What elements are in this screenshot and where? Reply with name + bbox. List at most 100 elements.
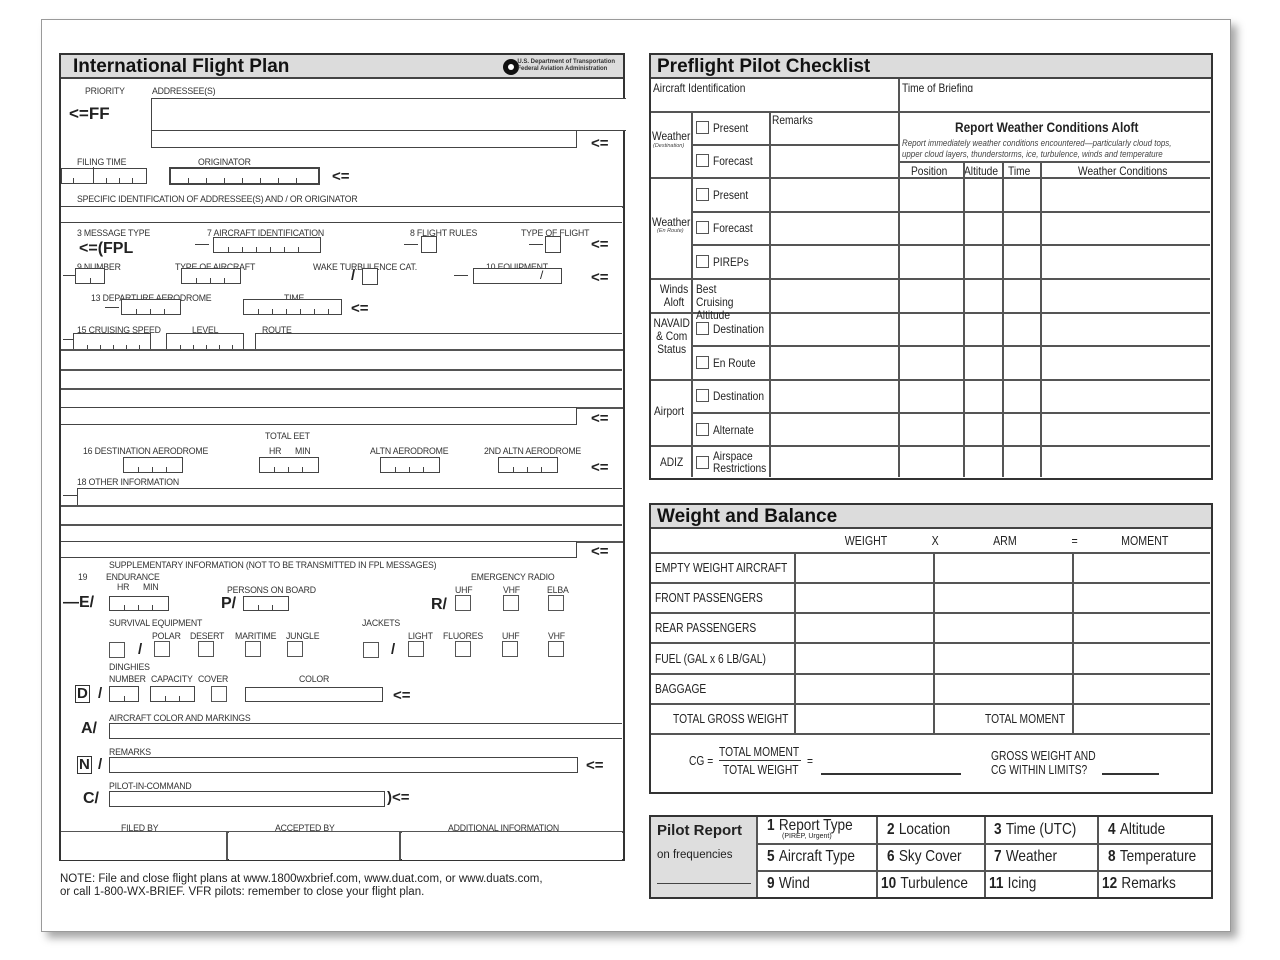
navaid-enroute-checkbox[interactable] xyxy=(696,356,709,369)
jungle-checkbox[interactable] xyxy=(287,641,303,657)
dinghy-capacity-field[interactable] xyxy=(150,686,195,702)
cg-equals: = xyxy=(807,754,813,768)
adiz-airspace-checkbox[interactable] xyxy=(696,456,709,469)
agency-line-2: Federal Aviation Administration xyxy=(517,66,608,72)
divider xyxy=(900,177,1210,179)
radio-vhf-checkbox[interactable] xyxy=(503,595,519,611)
radio-uhf-checkbox[interactable] xyxy=(455,595,471,611)
altn-aerodrome-field[interactable] xyxy=(380,457,440,473)
pilot-in-command-field[interactable] xyxy=(109,791,385,807)
divider xyxy=(769,111,771,477)
col-weight: WEIGHT xyxy=(844,534,888,548)
weather-enroute-present-checkbox[interactable] xyxy=(696,188,709,201)
survival-equipment-label: SURVIVAL EQUIPMENT xyxy=(109,618,203,629)
other-info-field-1[interactable] xyxy=(77,488,622,506)
cruising-speed-field[interactable] xyxy=(73,333,151,350)
accepted-by-field[interactable] xyxy=(229,832,399,860)
empty-weight-weight-input[interactable] xyxy=(797,555,932,581)
other-info-line-3[interactable] xyxy=(61,541,577,558)
time-of-briefing-field[interactable] xyxy=(901,92,1210,111)
col-moment: MOMENT xyxy=(1121,534,1169,548)
dinghies-mark: D xyxy=(75,685,90,703)
agency-line-1: U.S. Department of Transportation xyxy=(517,59,615,65)
other-info-line-2[interactable] xyxy=(61,524,622,526)
filing-time-field[interactable] xyxy=(61,167,147,184)
total-eet-field[interactable] xyxy=(259,457,319,473)
specific-id-label: SPECIFIC IDENTIFICATION OF ADDRESSEE(S) … xyxy=(77,194,358,205)
total-moment-input[interactable] xyxy=(1075,705,1209,732)
aircraft-identification-field[interactable] xyxy=(651,92,898,111)
route-line-2[interactable] xyxy=(61,369,622,371)
persons-on-board-field[interactable] xyxy=(243,596,289,611)
end-marker: )<= xyxy=(387,789,410,806)
remarks-field[interactable] xyxy=(109,757,578,773)
addressees-label: ADDRESSEE(S) xyxy=(152,86,216,97)
weather-dest-present-checkbox[interactable] xyxy=(696,121,709,134)
desert-checkbox[interactable] xyxy=(198,641,214,657)
jacket-uhf-checkbox[interactable] xyxy=(502,641,518,657)
pirep-item-3: 3 Time (UTC) xyxy=(994,821,1077,838)
empty-weight-arm-input[interactable] xyxy=(936,555,1071,581)
divider xyxy=(61,505,623,507)
divider xyxy=(651,445,1210,447)
radio-elba-checkbox[interactable] xyxy=(548,595,564,611)
specific-id-field[interactable] xyxy=(61,206,622,223)
limits-answer-line[interactable] xyxy=(1102,773,1159,775)
maritime-checkbox[interactable] xyxy=(245,641,261,657)
addressee-field-1[interactable] xyxy=(151,98,626,116)
type-of-flight-field[interactable] xyxy=(545,236,561,253)
total-gross-weight-input[interactable] xyxy=(797,705,932,732)
originator-field[interactable] xyxy=(169,167,320,185)
route-line-3[interactable] xyxy=(61,388,622,390)
weather-enroute-pireps-checkbox[interactable] xyxy=(696,255,709,268)
end-marker: <= xyxy=(591,410,609,427)
divider xyxy=(651,582,1210,584)
end-marker: <= xyxy=(351,300,369,317)
additional-info-field[interactable] xyxy=(402,832,622,860)
departure-aerodrome-field[interactable] xyxy=(121,299,181,315)
filed-by-field[interactable] xyxy=(61,832,227,860)
end-marker: <= xyxy=(591,236,609,253)
item-label: En Route xyxy=(713,356,756,370)
dash: — xyxy=(529,235,543,251)
cg-result-line[interactable] xyxy=(821,773,961,775)
destination-field[interactable] xyxy=(123,457,183,473)
equipment-field[interactable]: / xyxy=(473,268,562,284)
slash: / xyxy=(98,756,103,773)
item-label: PIREPs xyxy=(713,255,749,269)
aircraft-number-field[interactable] xyxy=(75,268,105,284)
airport-alternate-checkbox[interactable] xyxy=(696,423,709,436)
dinghy-number-field[interactable] xyxy=(109,686,139,702)
type-of-aircraft-field[interactable] xyxy=(181,268,241,284)
empty-weight-moment-input[interactable] xyxy=(1075,555,1209,581)
altn2-aerodrome-field[interactable] xyxy=(498,457,558,473)
divider xyxy=(876,817,878,897)
dinghy-cover-checkbox[interactable] xyxy=(211,686,227,702)
level-field[interactable] xyxy=(166,333,244,350)
light-checkbox[interactable] xyxy=(408,641,424,657)
weather-dest-forecast-checkbox[interactable] xyxy=(696,154,709,167)
dinghy-color-field[interactable] xyxy=(245,687,383,702)
flight-rules-field[interactable] xyxy=(421,236,437,253)
polar-checkbox[interactable] xyxy=(154,641,170,657)
jackets-checkbox[interactable] xyxy=(363,642,379,658)
aircraft-id-field[interactable] xyxy=(213,237,321,253)
addressee-field-2[interactable] xyxy=(151,115,626,131)
endurance-field[interactable] xyxy=(109,596,169,611)
airport-destination-checkbox[interactable] xyxy=(696,389,709,402)
col-weather-conditions: Weather Conditions xyxy=(1078,164,1168,178)
aircraft-color-field[interactable] xyxy=(109,723,622,739)
wake-turbulence-field[interactable] xyxy=(362,268,378,285)
addressee-field-3[interactable] xyxy=(151,130,577,148)
group-winds-aloft: Winds Aloft xyxy=(659,282,689,309)
navaid-destination-checkbox[interactable] xyxy=(696,322,709,335)
col-x: X xyxy=(931,534,939,548)
jacket-vhf-checkbox[interactable] xyxy=(548,641,564,657)
weather-enroute-forecast-checkbox[interactable] xyxy=(696,221,709,234)
fluores-checkbox[interactable] xyxy=(455,641,471,657)
route-field[interactable] xyxy=(255,333,622,350)
pirep-item-7: 7 Weather xyxy=(994,848,1057,865)
route-line-4[interactable] xyxy=(61,407,577,425)
departure-time-field[interactable] xyxy=(243,299,342,315)
survival-checkbox[interactable] xyxy=(109,642,125,658)
